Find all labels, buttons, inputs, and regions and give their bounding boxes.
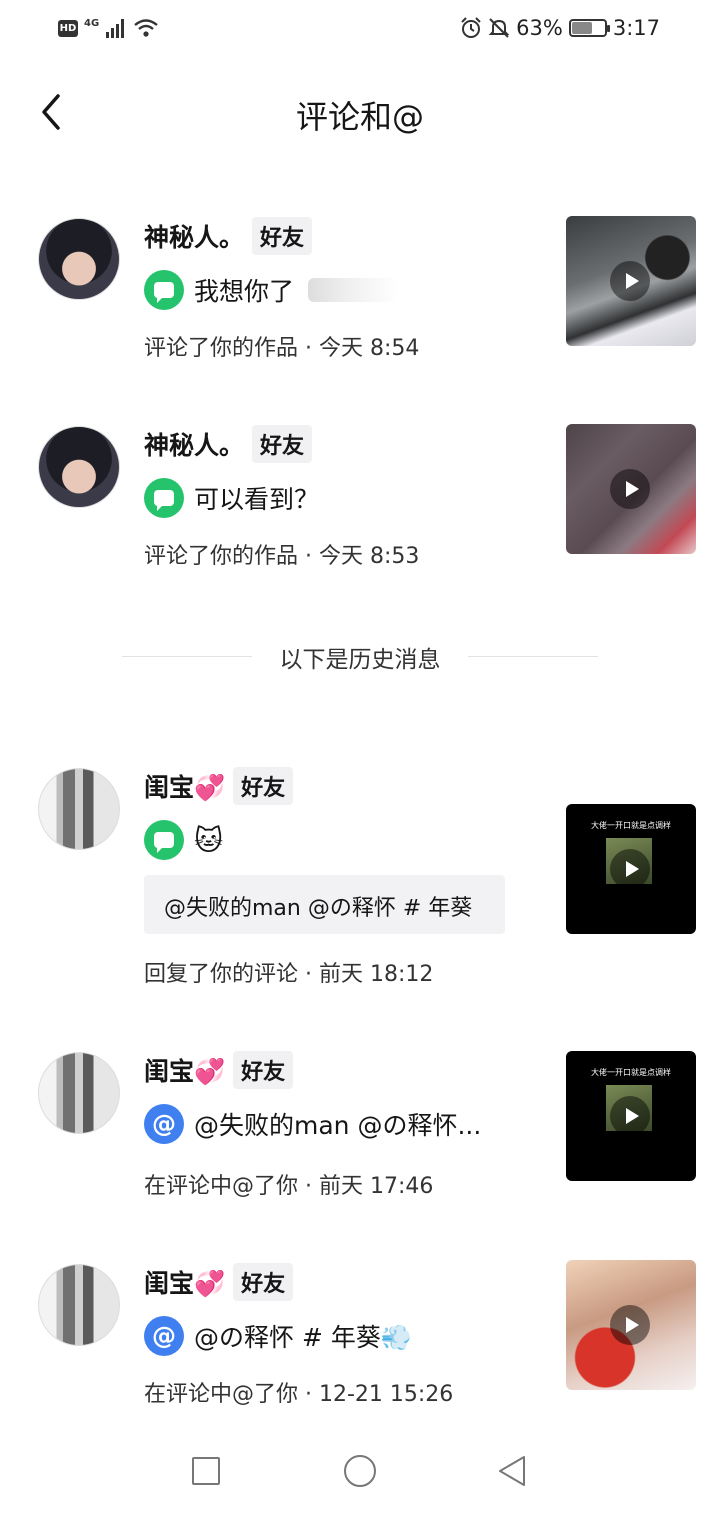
alarm-icon [461,17,481,38]
play-icon [610,1096,650,1136]
play-icon [610,261,650,301]
avatar[interactable] [38,1052,120,1134]
play-icon [610,469,650,509]
circle-icon [344,1455,376,1487]
item-meta: 在评论中@了你 · 12-21 15:26 [144,1382,454,1407]
header: 评论和@ [0,62,720,166]
comment-bubble-icon [144,820,184,860]
video-thumbnail[interactable] [566,424,696,554]
battery-icon [568,19,610,37]
at-icon: @ [144,1104,184,1144]
mention-content: @ @の释怀 # 年葵💨 [144,1316,412,1356]
video-thumbnail[interactable]: 大佬一开口就是点调样 [566,804,696,934]
thumbnail-caption: 大佬一开口就是点调样 [591,1068,671,1077]
user-name[interactable]: 闺宝💞 [144,1052,225,1088]
notification-item[interactable]: 闺宝💞 好友 🐱 @失败的man @の释怀 # 年葵 回复了你的评论 · 前天 … [0,750,720,990]
comment-content: 🐱 [144,820,223,860]
avatar[interactable] [38,768,120,850]
avatar[interactable] [38,218,120,300]
comment-text: 🐱 [194,823,224,857]
wifi-icon [134,19,158,37]
friend-badge: 好友 [252,425,313,463]
mention-content: @ @失败的man @の释怀... [144,1104,481,1144]
video-thumbnail[interactable] [566,216,696,346]
divider-label: 以下是历史消息 [279,647,441,673]
item-meta: 评论了你的作品 · 今天 8:53 [144,544,420,569]
notification-item[interactable]: 闺宝💞 好友 @ @失败的man @の释怀... 在评论中@了你 · 前天 17… [0,1034,720,1204]
home-button[interactable] [335,1446,385,1496]
battery-fill [571,22,592,34]
comment-content: 我想你了 [144,270,399,310]
comment-text: 可以看到？ [194,485,320,514]
comment-bubble-icon [144,478,184,518]
friend-badge: 好友 [233,1051,294,1089]
friend-badge: 好友 [252,217,313,255]
notification-item[interactable]: 神秘人。 好友 我想你了 评论了你的作品 · 今天 8:54 [0,200,720,370]
notification-item[interactable]: 闺宝💞 好友 @ @の释怀 # 年葵💨 在评论中@了你 · 12-21 15:2… [0,1246,720,1416]
name-row: 神秘人。 好友 [144,217,313,255]
mention-text: @失败的man @の释怀... [194,1111,482,1140]
network-label: 4G [84,17,100,29]
item-meta: 在评论中@了你 · 前天 17:46 [144,1174,434,1199]
play-icon [610,849,650,889]
user-name[interactable]: 闺宝💞 [144,1264,225,1300]
at-icon: @ [144,1316,184,1356]
user-name[interactable]: 神秘人。 [144,218,244,254]
triangle-back-icon [499,1456,525,1486]
comment-bubble-icon [144,270,184,310]
status-bar: HD 4G 63% 3:17 [0,0,720,62]
video-thumbnail[interactable]: 大佬一开口就是点调样 [566,1051,696,1181]
friend-badge: 好友 [233,767,294,805]
quoted-comment[interactable]: @失败的man @の释怀 # 年葵 [144,875,505,934]
avatar[interactable] [38,1264,120,1346]
comment-content: 可以看到？ [144,478,319,518]
user-name[interactable]: 神秘人。 [144,426,244,462]
mention-text: @の释怀 # 年葵💨 [194,1323,412,1352]
bell-off-icon [488,18,510,38]
name-row: 闺宝💞 好友 [144,1263,294,1301]
battery-percent: 63% [516,16,563,40]
history-divider: 以下是历史消息 [122,640,598,676]
signal-icon [106,19,125,38]
divider-line [468,656,598,657]
avatar[interactable] [38,426,120,508]
name-row: 闺宝💞 好友 [144,1051,294,1089]
name-row: 神秘人。 好友 [144,425,313,463]
status-left: HD 4G [58,18,159,38]
system-nav-bar [0,1430,720,1520]
name-row: 闺宝💞 好友 [144,767,294,805]
notification-item[interactable]: 神秘人。 好友 可以看到？ 评论了你的作品 · 今天 8:53 [0,408,720,578]
comment-text: 我想你了 [194,277,295,306]
thumbnail-caption: 大佬一开口就是点调样 [591,821,671,830]
play-icon [610,1305,650,1345]
square-icon [192,1457,220,1485]
clock: 3:17 [612,16,660,40]
friend-badge: 好友 [233,1263,294,1301]
status-right: 63% 3:17 [460,16,660,40]
recent-apps-button[interactable] [181,1446,231,1496]
blurred-text [308,278,399,302]
user-name[interactable]: 闺宝💞 [144,768,225,804]
video-thumbnail[interactable] [566,1260,696,1390]
item-meta: 评论了你的作品 · 今天 8:54 [144,336,420,361]
hd-badge: HD [58,19,78,37]
nav-back-button[interactable] [487,1446,537,1496]
page-title: 评论和@ [295,98,424,136]
item-meta: 回复了你的评论 · 前天 18:12 [144,962,434,987]
